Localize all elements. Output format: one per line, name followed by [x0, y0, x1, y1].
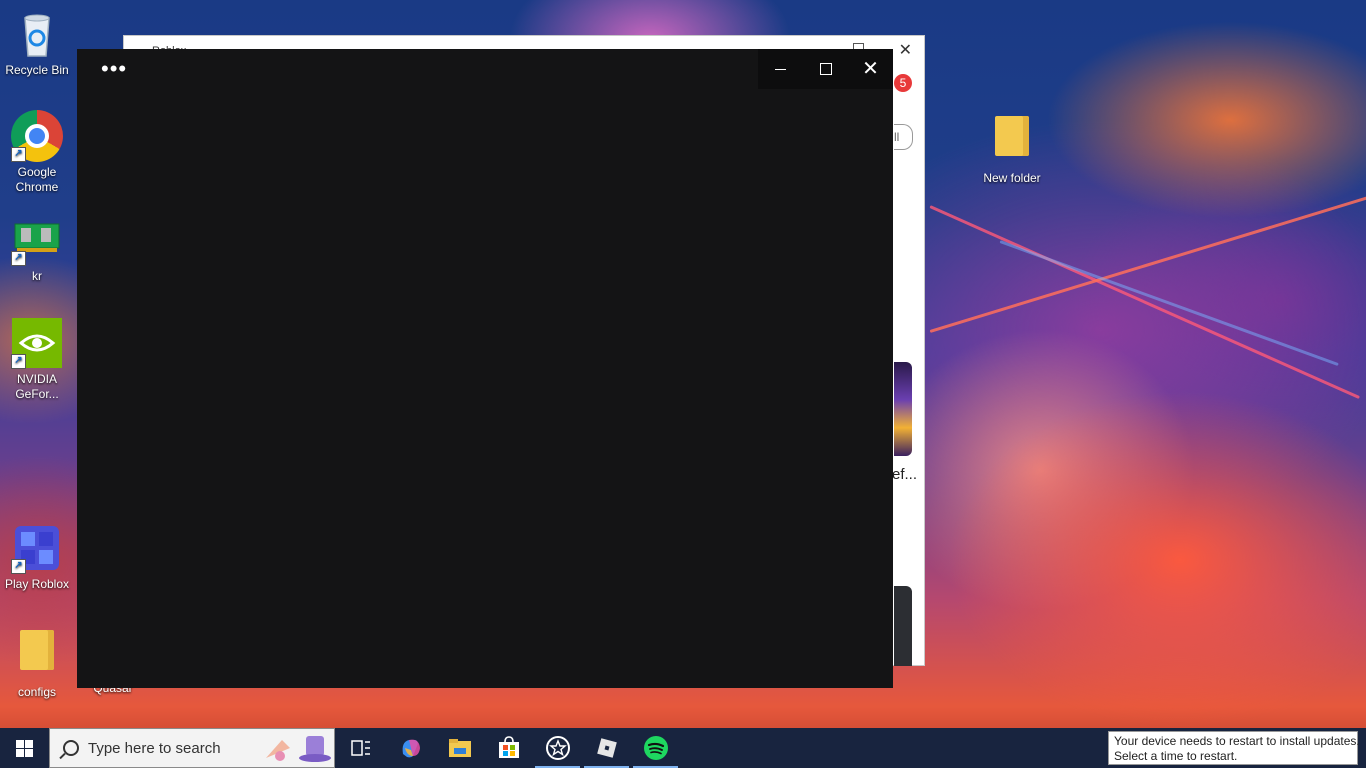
dark-app-window[interactable]: ••• ✕	[77, 49, 893, 688]
memory-card-icon: ↗	[11, 214, 63, 266]
taskbar-spotify[interactable]	[631, 728, 680, 768]
minimize-button[interactable]	[758, 49, 803, 89]
taskbar-star-app[interactable]	[533, 728, 582, 768]
wallpaper-streak	[929, 205, 1360, 400]
roblox-icon: ↗	[11, 522, 63, 574]
close-icon: ✕	[862, 58, 879, 80]
desktop-icon-google-chrome[interactable]: ↗ Google Chrome	[0, 110, 74, 195]
roblox-icon	[596, 738, 617, 758]
chrome-icon: ↗	[11, 110, 63, 162]
nvidia-icon: ↗	[11, 317, 63, 369]
taskbar-file-explorer[interactable]	[435, 728, 484, 768]
folder-icon	[11, 630, 63, 682]
content-card[interactable]	[894, 586, 912, 666]
desktop-icon-new-folder[interactable]: New folder	[975, 110, 1049, 186]
minimize-icon	[775, 68, 786, 70]
desktop-icon-nvidia[interactable]: ↗ NVIDIA GeFor...	[0, 317, 74, 402]
search-box[interactable]: Type here to search	[49, 728, 335, 768]
spotify-icon	[643, 736, 668, 760]
game-title: ef...	[892, 466, 918, 483]
shortcut-arrow-icon: ↗	[11, 251, 26, 266]
shortcut-arrow-icon: ↗	[11, 559, 26, 574]
game-thumbnail[interactable]	[894, 362, 912, 456]
file-explorer-icon	[448, 739, 471, 757]
search-icon	[63, 740, 79, 756]
windows-logo-icon	[15, 739, 33, 757]
restart-notification[interactable]: Your device needs to restart to install …	[1108, 731, 1360, 765]
taskbar-copilot[interactable]	[386, 728, 435, 768]
taskbar-roblox[interactable]	[582, 728, 631, 768]
maximize-button[interactable]	[803, 49, 848, 89]
desktop-icon-kr[interactable]: ↗ kr	[0, 214, 74, 284]
notification-badge: 5	[894, 74, 912, 92]
desktop-icon-label: Play Roblox	[4, 577, 70, 591]
wallpaper-streak	[929, 192, 1366, 333]
copilot-icon	[402, 739, 420, 758]
notification-line: Your device needs to restart to install …	[1114, 734, 1360, 748]
desktop-icon-label: New folder	[983, 171, 1041, 185]
search-highlight-icon	[266, 736, 331, 762]
close-icon[interactable]: ✕	[899, 40, 912, 60]
microsoft-store-icon	[498, 736, 519, 758]
folder-icon	[986, 116, 1038, 168]
filter-pill[interactable]: ll	[894, 124, 913, 150]
desktop-icon-configs[interactable]: configs	[0, 624, 74, 700]
shortcut-arrow-icon: ↗	[11, 354, 26, 369]
taskbar-microsoft-store[interactable]	[484, 728, 533, 768]
desktop-icon-label: kr	[32, 269, 42, 283]
recycle-bin-icon	[11, 8, 63, 60]
taskbar-task-view[interactable]	[336, 728, 385, 768]
desktop-icon-play-roblox[interactable]: ↗ Play Roblox	[0, 522, 74, 592]
desktop-icon-label: Recycle Bin	[5, 63, 69, 77]
more-options-button[interactable]: •••	[101, 58, 127, 80]
start-button[interactable]	[0, 728, 48, 768]
caption-buttons: ✕	[758, 49, 893, 89]
star-app-icon	[545, 736, 570, 760]
close-button[interactable]: ✕	[848, 49, 893, 89]
desktop-icon-recycle-bin[interactable]: Recycle Bin	[0, 8, 74, 78]
desktop-icon-label: configs	[17, 685, 57, 699]
shortcut-arrow-icon: ↗	[11, 147, 26, 162]
maximize-icon	[819, 63, 832, 75]
task-view-icon	[350, 740, 370, 756]
desktop-icon-label: NVIDIA GeFor...	[15, 372, 59, 401]
desktop-icon-label: Google Chrome	[15, 165, 59, 194]
notification-line: Select a time to restart.	[1114, 749, 1238, 763]
search-placeholder: Type here to search	[88, 740, 221, 757]
